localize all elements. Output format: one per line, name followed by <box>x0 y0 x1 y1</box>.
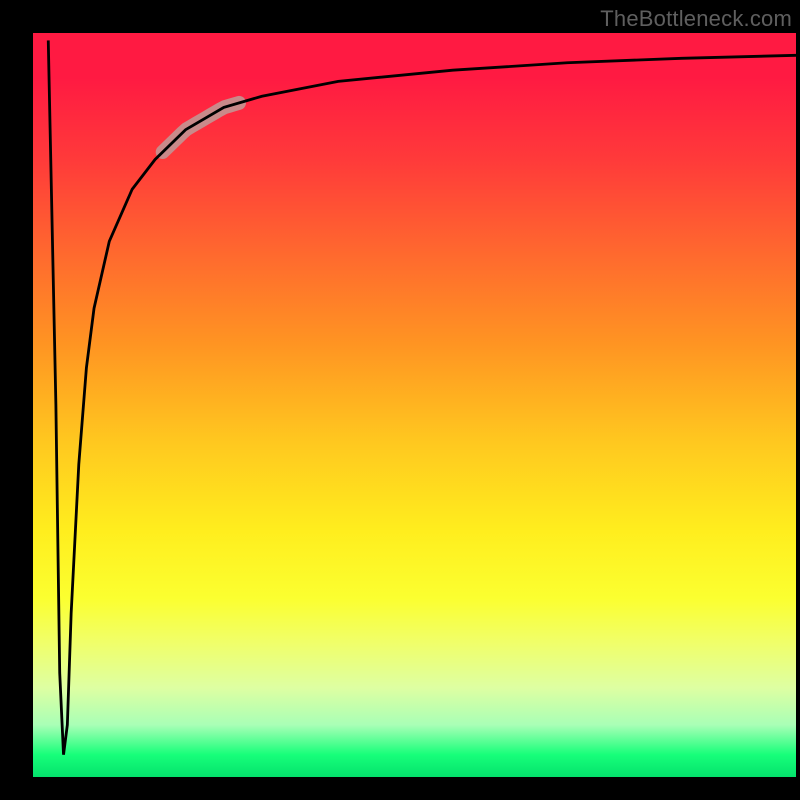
highlight-segment <box>163 103 239 152</box>
plot-area <box>33 33 796 777</box>
watermark-text: TheBottleneck.com <box>600 6 792 32</box>
chart-stage: TheBottleneck.com <box>0 0 800 800</box>
curve-layer <box>33 33 796 777</box>
